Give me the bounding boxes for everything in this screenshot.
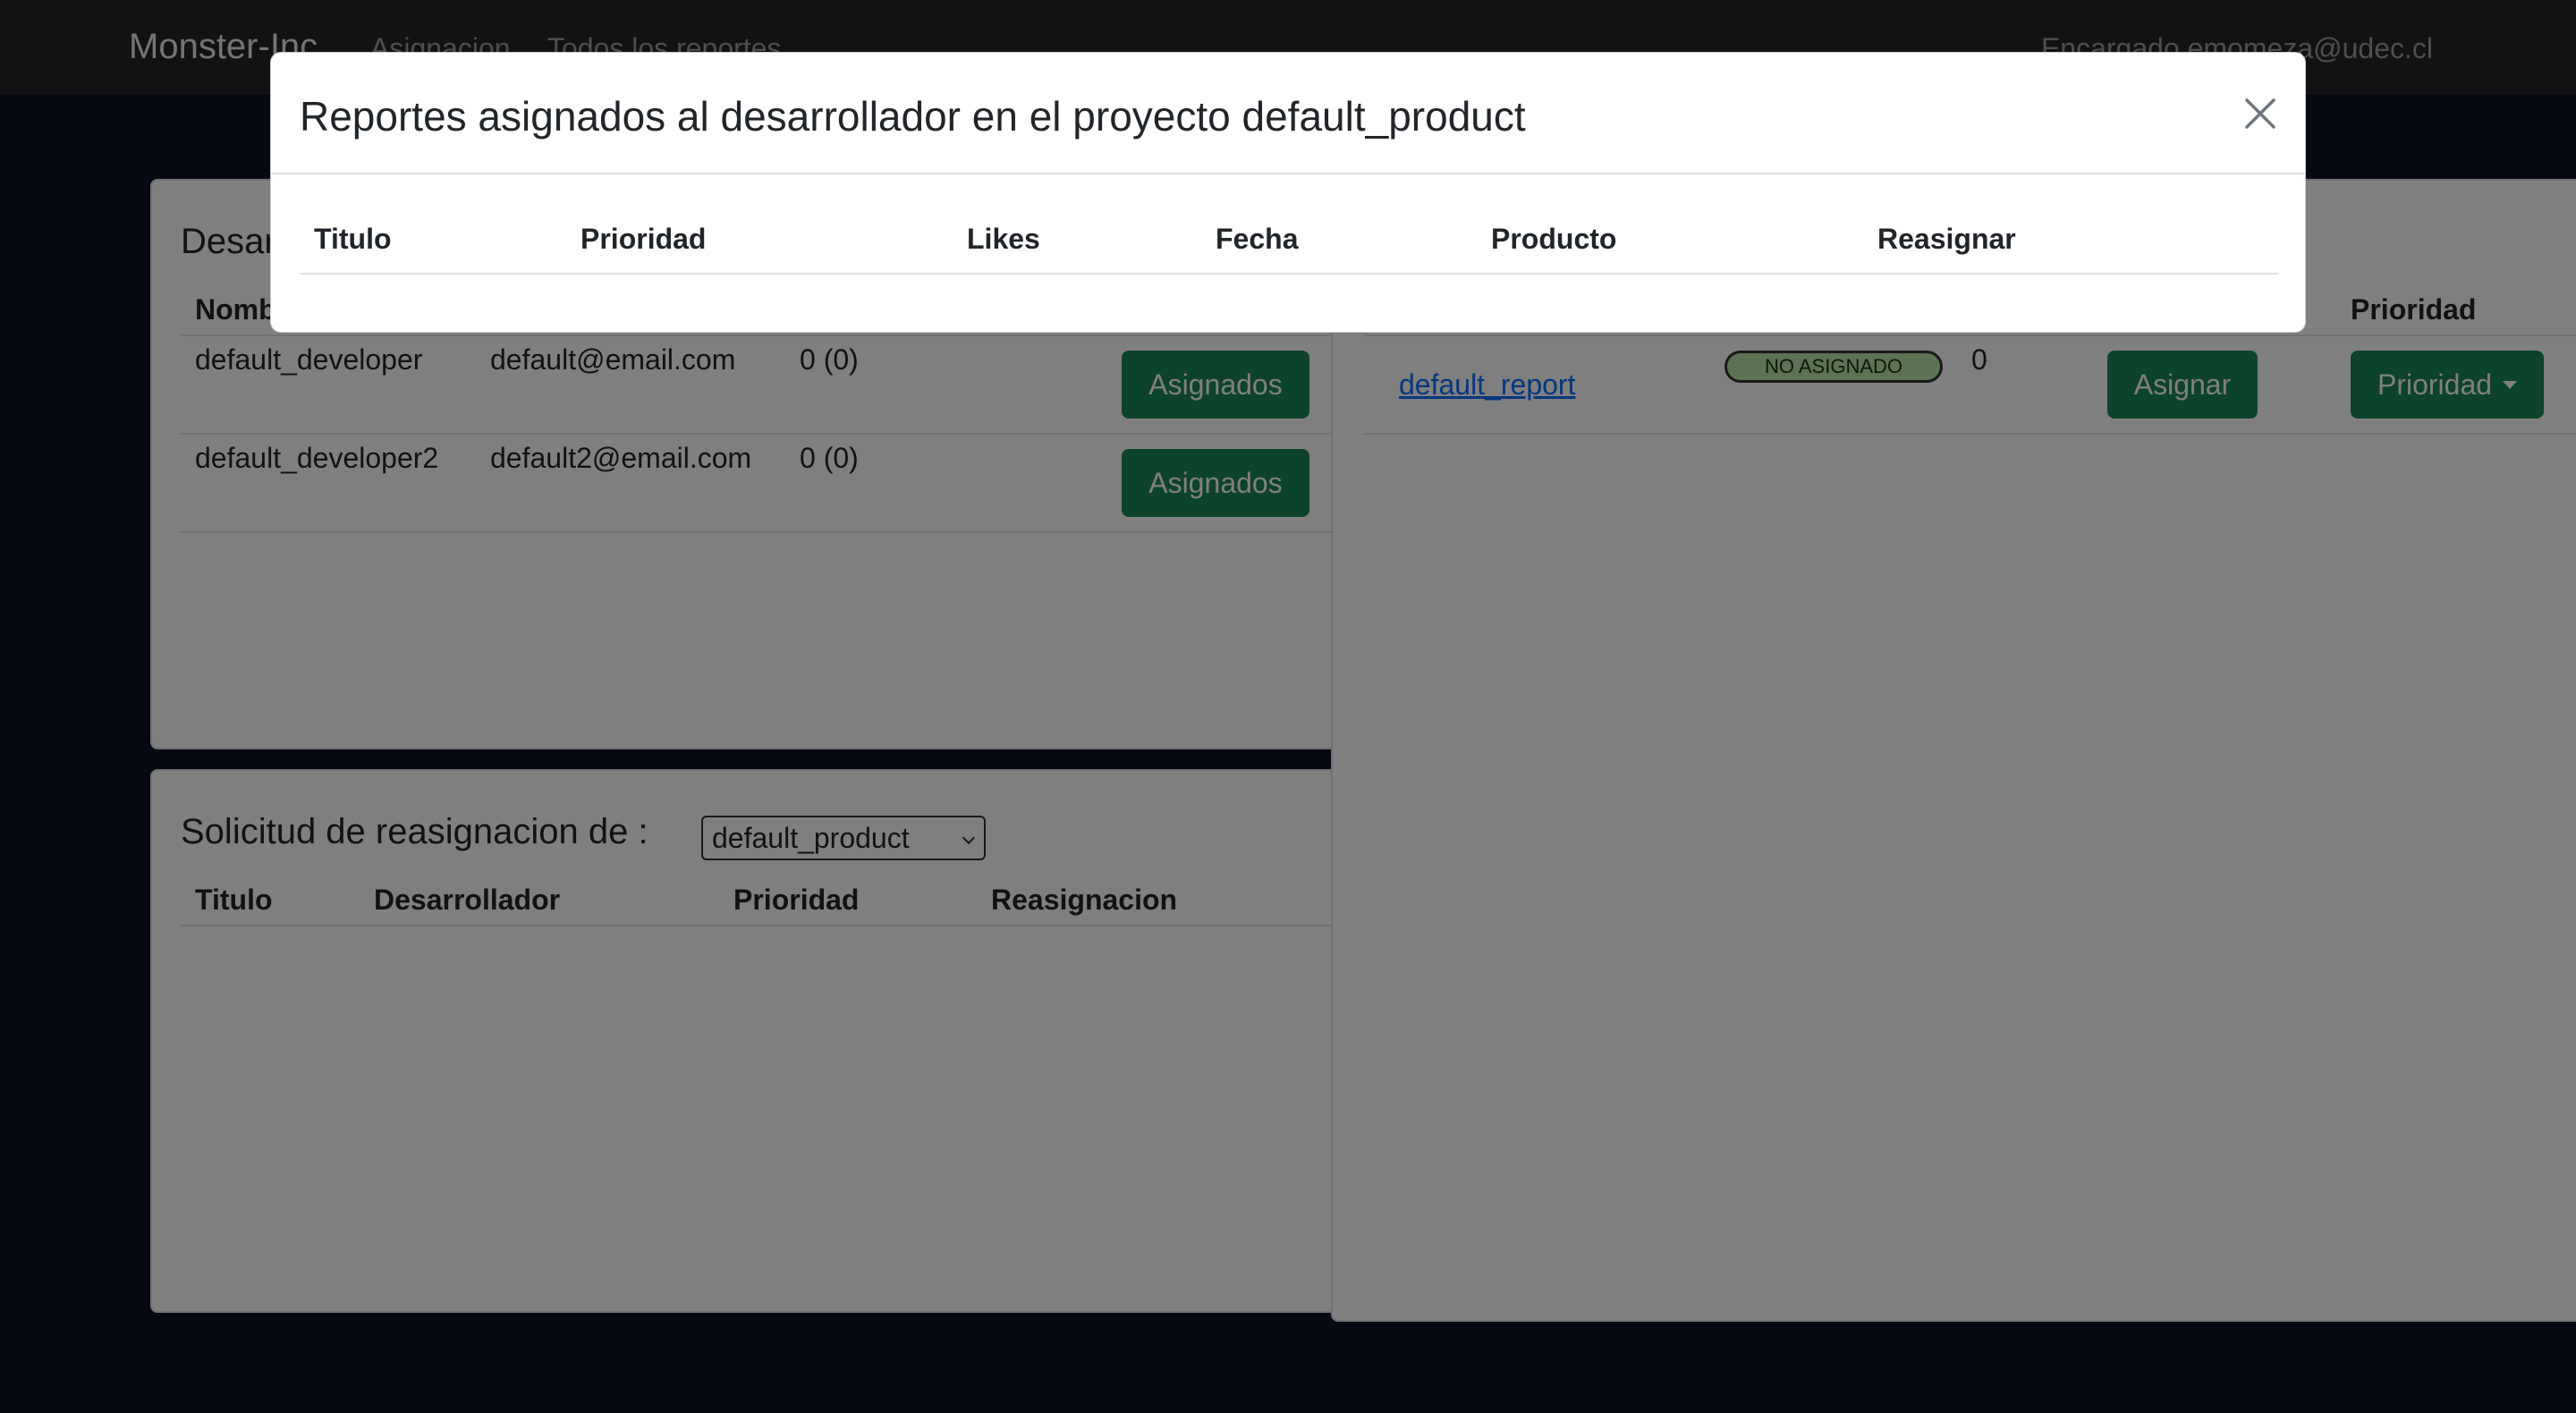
close-icon[interactable] — [2242, 96, 2278, 131]
column-header-fecha: Fecha — [1216, 223, 1299, 255]
column-header-reasignar: Reasignar — [1877, 223, 2016, 255]
column-header-likes: Likes — [967, 223, 1040, 255]
column-header-titulo: Titulo — [314, 223, 392, 255]
table-header-divider — [300, 273, 2278, 275]
assigned-reports-modal: Reportes asignados al desarrollador en e… — [270, 52, 2306, 333]
modal-title: Reportes asignados al desarrollador en e… — [300, 93, 1526, 140]
modal-header-divider — [271, 173, 2305, 174]
column-header-producto: Producto — [1491, 223, 1617, 255]
column-header-prioridad: Prioridad — [580, 223, 707, 255]
